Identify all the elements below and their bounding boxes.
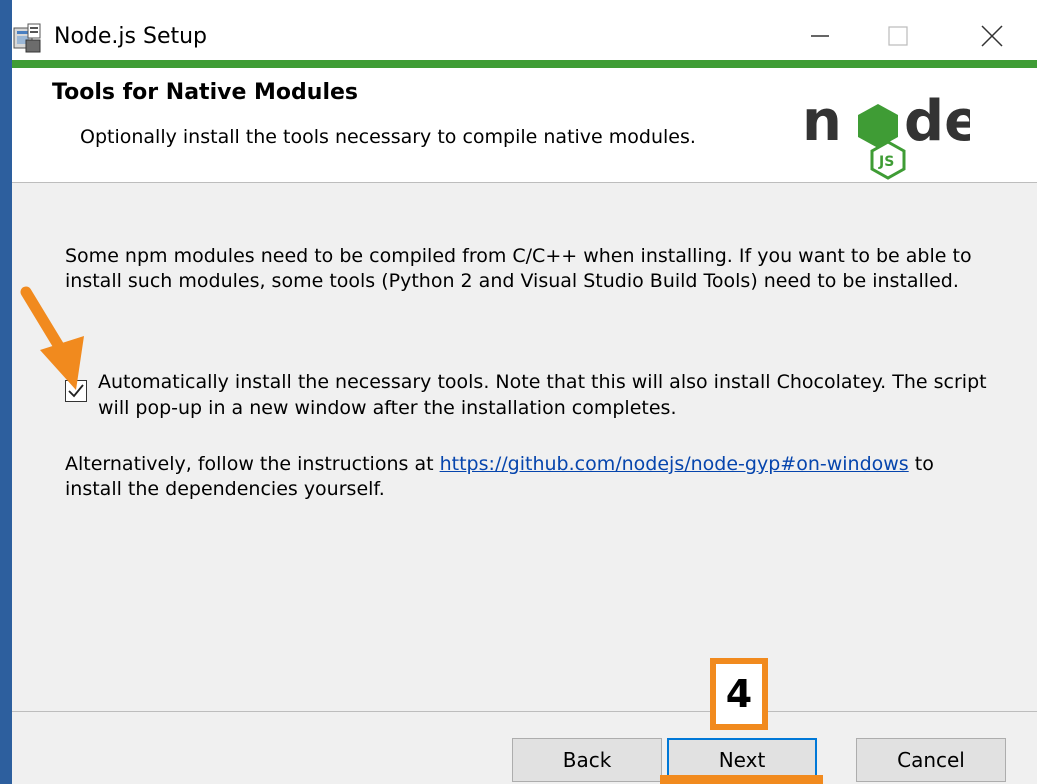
window-title: Node.js Setup [54, 24, 208, 49]
maximize-button[interactable] [868, 14, 928, 58]
alternative-paragraph: Alternatively, follow the instructions a… [65, 452, 1000, 502]
svg-text:de: de [904, 94, 970, 154]
nodejs-logo: n de JS [802, 94, 970, 180]
installer-app-icon [13, 23, 41, 53]
alternative-suffix: to [908, 453, 934, 475]
minimize-icon [811, 35, 829, 37]
alternative-line-2: install the dependencies yourself. [65, 478, 385, 500]
title-bar: Node.js Setup [12, 0, 1037, 60]
install-tools-label[interactable]: Automatically install the necessary tool… [98, 369, 998, 421]
step-number: 4 [716, 664, 762, 724]
title-accent-line [12, 60, 1037, 68]
footer-divider [12, 711, 1037, 712]
page-title: Tools for Native Modules [52, 80, 359, 105]
step-highlight-bar [660, 775, 823, 784]
close-icon [981, 25, 1003, 47]
intro-paragraph: Some npm modules need to be compiled fro… [65, 244, 1000, 294]
minimize-button[interactable] [790, 14, 850, 58]
step-number-badge: 4 [710, 658, 768, 730]
svg-text:n: n [802, 94, 842, 154]
node-gyp-link[interactable]: https://github.com/nodejs/node-gyp#on-wi… [440, 453, 909, 475]
page-header: Tools for Native Modules Optionally inst… [12, 68, 1037, 183]
svg-text:JS: JS [878, 154, 894, 170]
intro-line-1: Some npm modules need to be compiled fro… [65, 245, 972, 267]
checkbox-label-line-2: will pop-up in a new window after the in… [98, 397, 677, 419]
checkbox-label-line-1: Automatically install the necessary tool… [98, 371, 987, 393]
back-button[interactable]: Back [512, 738, 662, 782]
annotation-arrow-icon [20, 286, 84, 390]
maximize-icon [888, 26, 908, 46]
intro-line-2: install such modules, some tools (Python… [65, 270, 959, 292]
alternative-prefix: Alternatively, follow the instructions a… [65, 453, 440, 475]
page-subtitle: Optionally install the tools necessary t… [80, 126, 696, 148]
cancel-button[interactable]: Cancel [856, 738, 1006, 782]
installer-window: Node.js Setup Tools for Native Modules O… [12, 0, 1037, 784]
close-button[interactable] [962, 14, 1022, 58]
alternative-line-1: Alternatively, follow the instructions a… [65, 452, 1000, 477]
